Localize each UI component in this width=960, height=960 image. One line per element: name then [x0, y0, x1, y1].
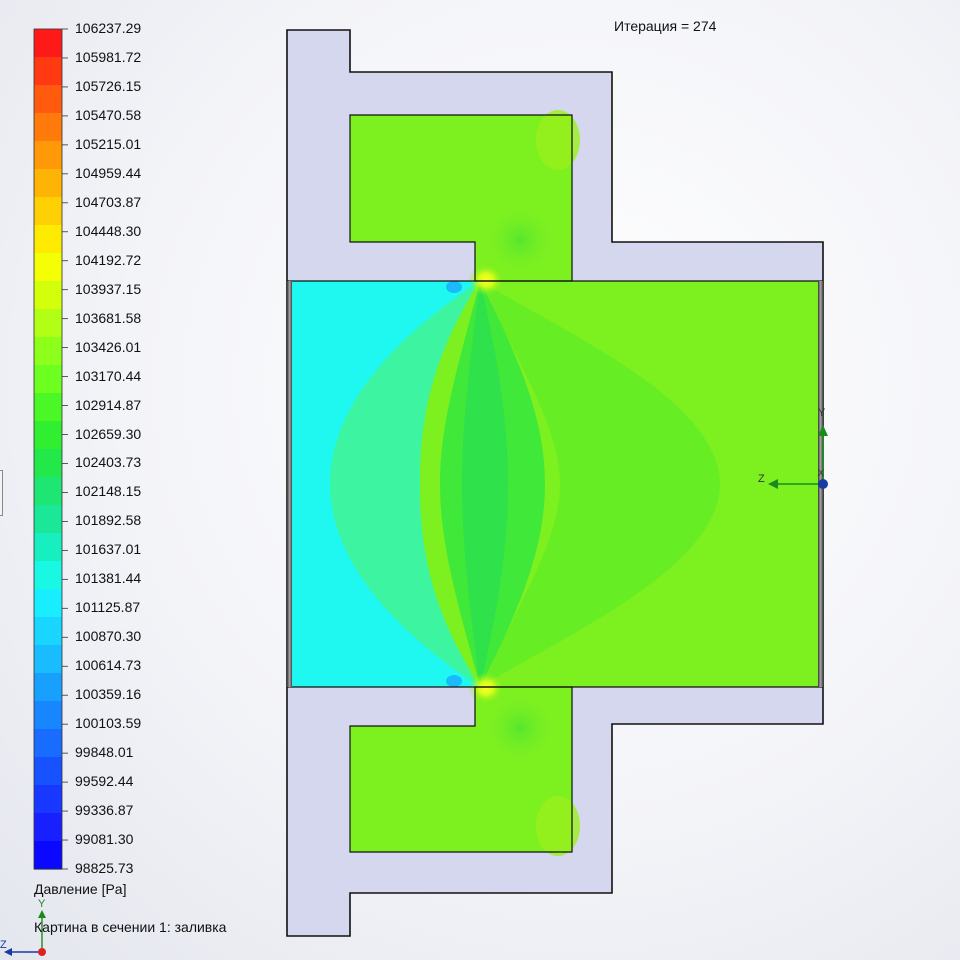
- colorbar-band: [34, 281, 62, 310]
- legend-tick-label: 99592.44: [75, 773, 134, 790]
- legend-tick-label: 105215.01: [75, 135, 142, 152]
- colorbar-band: [34, 701, 62, 730]
- legend-tick-label: 101381.44: [75, 570, 142, 587]
- legend-tick-label: 99336.87: [75, 802, 134, 819]
- legend-tick-label: 100870.30: [75, 628, 142, 645]
- legend-tick-label: 102659.30: [75, 425, 142, 442]
- legend-tick-label: 102914.87: [75, 396, 142, 413]
- legend-tick-label: 104703.87: [75, 193, 142, 210]
- corner-z-label: Z: [0, 939, 7, 951]
- colorbar-band: [34, 113, 62, 142]
- section-caption: Картина в сечении 1: заливка: [34, 919, 227, 935]
- iteration-label: Итерация = 274: [614, 18, 717, 34]
- colorbar-band: [34, 337, 62, 366]
- colorbar-band: [34, 309, 62, 338]
- legend-tick-label: 103170.44: [75, 367, 142, 384]
- colorbar-band: [34, 169, 62, 198]
- colorbar-band: [34, 617, 62, 646]
- colorbar-band: [34, 813, 62, 842]
- colorbar-band: [34, 253, 62, 282]
- legend-tick-label: 106237.29: [75, 20, 142, 36]
- legend-tick-label: 105981.72: [75, 48, 142, 65]
- legend-tick-label: 103681.58: [75, 309, 142, 326]
- legend-tick-label: 104959.44: [75, 164, 142, 181]
- colorbar-band: [34, 757, 62, 786]
- colorbar-band: [34, 673, 62, 702]
- colorbar-band: [34, 589, 62, 618]
- legend-tick-label: 104448.30: [75, 222, 142, 239]
- legend-tick-label: 102148.15: [75, 483, 142, 500]
- axis-z-label: Z: [758, 473, 765, 485]
- corner-y-label: Y: [38, 898, 46, 910]
- cfd-viewport[interactable]: Y Z X Y Z 106237.29 105981.72 105726.15 105…: [0, 0, 960, 960]
- colorbar-band: [34, 365, 62, 394]
- axis-x-label: X: [818, 468, 824, 478]
- left-pipe-wall: [287, 281, 292, 687]
- colorbar-band: [34, 533, 62, 562]
- legend-tick-label: 100359.16: [75, 686, 142, 703]
- panel-collapse-handle[interactable]: [0, 470, 3, 516]
- pressure-cut-plot: Y Z X Y Z: [0, 28, 828, 956]
- colorbar-band: [34, 449, 62, 478]
- legend-tick-label: 102403.73: [75, 454, 142, 471]
- legend-tick-label: 103426.01: [75, 338, 142, 355]
- colorbar-band: [34, 29, 62, 58]
- colorbar-band: [34, 841, 62, 870]
- legend-tick-label: 105470.58: [75, 106, 142, 123]
- colorbar-band: [34, 421, 62, 450]
- legend-tick-label: 101125.87: [75, 599, 141, 616]
- colorbar-band: [34, 505, 62, 534]
- colorbar-band: [34, 57, 62, 86]
- axis-y-label: Y: [818, 407, 826, 419]
- legend-tick-label: 101892.58: [75, 512, 142, 529]
- colorbar-band: [34, 645, 62, 674]
- legend-tick-label: 100614.73: [75, 657, 142, 674]
- legend-title: Давление [Pa]: [34, 881, 127, 897]
- legend-tick-label: 98825.73: [75, 860, 134, 876]
- legend-tick-label: 104192.72: [75, 251, 142, 268]
- pressure-legend-colorbar: [34, 28, 68, 870]
- legend-tick-label: 99848.01: [75, 744, 134, 761]
- legend-tick-label: 105726.15: [75, 77, 142, 94]
- colorbar-band: [34, 561, 62, 590]
- legend-tick-label: 99081.30: [75, 831, 134, 848]
- colorbar-band: [34, 85, 62, 114]
- colorbar-band: [34, 477, 62, 506]
- legend-tick-label: 100103.59: [75, 715, 142, 732]
- legend-tick-label: 101637.01: [75, 541, 142, 558]
- colorbar-band: [34, 197, 62, 226]
- colorbar-band: [34, 729, 62, 758]
- colorbar-band: [34, 141, 62, 170]
- colorbar-band: [34, 393, 62, 422]
- legend-tick-label: 103937.15: [75, 280, 142, 297]
- colorbar-band: [34, 225, 62, 254]
- colorbar-band: [34, 785, 62, 814]
